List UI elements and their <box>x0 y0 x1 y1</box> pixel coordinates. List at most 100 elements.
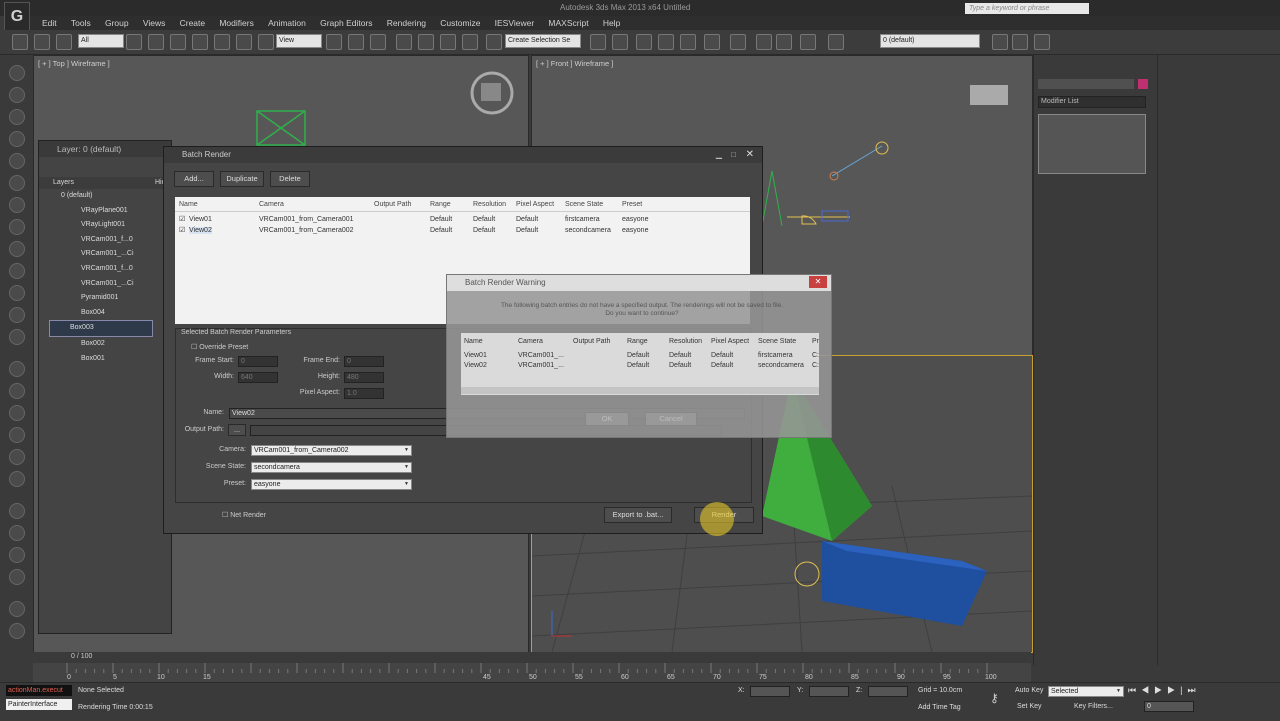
net-render-checkbox[interactable]: ☐ Net Render <box>222 511 266 519</box>
layer-row[interactable]: Box004 <box>39 306 171 321</box>
move-icon[interactable] <box>214 34 230 50</box>
layer-row[interactable]: Box002 <box>39 337 171 352</box>
add-time-tag[interactable]: Add Time Tag <box>918 704 961 711</box>
layer-row[interactable]: VRCam001_...Ci <box>39 247 171 262</box>
col-pixel-aspect[interactable]: Pixel Aspect <box>516 201 554 208</box>
playback-controls[interactable]: ⏮◀▶▶|⏭ <box>1128 685 1201 696</box>
stack-controls[interactable] <box>1038 179 1150 191</box>
tool-icon-21[interactable] <box>9 525 25 541</box>
warning-close-icon[interactable]: ✕ <box>809 276 827 288</box>
object-color-swatch[interactable] <box>1138 79 1148 89</box>
layer-row[interactable]: VRCam001_...Ci <box>39 277 171 292</box>
tool-icon-10[interactable] <box>9 263 25 279</box>
row-checkbox[interactable]: ☑ <box>179 226 185 234</box>
select-link-icon[interactable] <box>12 34 28 50</box>
tool-icon-17[interactable] <box>9 427 25 443</box>
tool-icon-20[interactable] <box>9 503 25 519</box>
render-production-icon[interactable] <box>828 34 844 50</box>
tool-icon-5[interactable] <box>9 153 25 169</box>
tool-icon-9[interactable] <box>9 241 25 257</box>
angle-snap-icon[interactable] <box>418 34 434 50</box>
delete-button[interactable]: Delete <box>270 171 310 187</box>
layer-row[interactable]: Box001 <box>39 352 171 367</box>
mirror-icon[interactable] <box>590 34 606 50</box>
col-resolution[interactable]: Resolution <box>473 201 506 208</box>
col-output-path[interactable]: Output Path <box>374 201 411 208</box>
pixel-aspect-input[interactable]: 1.0 <box>344 388 384 399</box>
percent-snap-icon[interactable] <box>440 34 456 50</box>
time-slider-label[interactable]: 0 / 100 <box>71 653 92 660</box>
tool-icon-15[interactable] <box>9 383 25 399</box>
override-preset-checkbox[interactable]: ☐ Override Preset <box>191 343 248 351</box>
scene-state-dropdown[interactable]: secondcamera <box>251 462 412 473</box>
curve-editor-icon[interactable] <box>704 34 720 50</box>
tool-icon-12[interactable] <box>9 307 25 323</box>
scale-icon[interactable] <box>258 34 274 50</box>
layer-dropdown[interactable]: 0 (default) <box>880 34 980 48</box>
tool-icon-2[interactable] <box>9 87 25 103</box>
snaps-toggle-icon[interactable] <box>396 34 412 50</box>
named-selection-dropdown[interactable]: Create Selection Se <box>505 34 581 48</box>
auto-key-button[interactable]: Auto Key <box>1015 687 1043 694</box>
col-camera[interactable]: Camera <box>259 201 284 208</box>
selection-filter-dropdown[interactable]: All <box>78 34 124 48</box>
create-layer-icon[interactable] <box>992 34 1008 50</box>
frame-end-input[interactable]: 0 <box>344 356 384 367</box>
tool-icon-25[interactable] <box>9 623 25 639</box>
tool-icon-1[interactable] <box>9 65 25 81</box>
time-slider[interactable]: 0 / 100 <box>33 652 1031 663</box>
row-name[interactable]: View02 <box>189 227 212 234</box>
material-editor-icon[interactable] <box>756 34 772 50</box>
ok-button[interactable]: OK <box>585 412 629 426</box>
menu-modifiers[interactable]: Modifiers <box>219 16 253 30</box>
tool-icon-14[interactable] <box>9 361 25 377</box>
add-button[interactable]: Add... <box>174 171 214 187</box>
menu-help[interactable]: Help <box>603 16 620 30</box>
region-select-icon[interactable] <box>170 34 186 50</box>
layer-row[interactable]: VRayPlane001 <box>39 204 171 219</box>
current-frame-input[interactable]: 0 <box>1144 701 1194 712</box>
preset-dropdown[interactable]: easyone <box>251 479 412 490</box>
tool-icon-18[interactable] <box>9 449 25 465</box>
tool-icon-4[interactable] <box>9 131 25 147</box>
object-name-field[interactable] <box>1038 79 1134 89</box>
menu-tools[interactable]: Tools <box>71 16 91 30</box>
key-mode-dropdown[interactable]: Selected <box>1048 686 1124 697</box>
row-name[interactable]: View01 <box>189 216 212 223</box>
layer-row[interactable]: VRayLight001 <box>39 218 171 233</box>
unlink-icon[interactable] <box>34 34 50 50</box>
timeline[interactable]: 0 / 100 0 5 10 15 45 50 55 60 65 70 75 8… <box>33 652 1031 682</box>
menu-group[interactable]: Group <box>105 16 129 30</box>
col-name[interactable]: Name <box>179 201 198 208</box>
align-icon[interactable] <box>612 34 628 50</box>
duplicate-button[interactable]: Duplicate <box>220 171 264 187</box>
menu-graph-editors[interactable]: Graph Editors <box>320 16 372 30</box>
col-range[interactable]: Range <box>430 201 451 208</box>
menu-views[interactable]: Views <box>143 16 166 30</box>
layer-row[interactable]: VRCam001_f...0 <box>39 262 171 277</box>
tool-icon-7[interactable] <box>9 197 25 213</box>
tool-icon-3[interactable] <box>9 109 25 125</box>
menu-rendering[interactable]: Rendering <box>387 16 426 30</box>
key-icon[interactable]: ⚷ <box>990 691 999 705</box>
browse-output-button[interactable]: ... <box>228 424 246 436</box>
x-coordinate-input[interactable] <box>750 686 790 697</box>
z-coordinate-input[interactable] <box>868 686 908 697</box>
app-logo-button[interactable]: G <box>4 2 30 32</box>
schematic-view-icon[interactable] <box>730 34 746 50</box>
maxscript-input[interactable]: PainterInterface <box>6 699 72 710</box>
row-checkbox[interactable]: ☑ <box>179 215 185 223</box>
keyboard-shortcut-icon[interactable] <box>370 34 386 50</box>
warning-scrollbar[interactable] <box>461 387 819 394</box>
y-coordinate-input[interactable] <box>809 686 849 697</box>
tool-icon-13[interactable] <box>9 329 25 345</box>
maxscript-listener[interactable]: actionMan.execut <box>6 685 72 696</box>
edit-named-selection-icon[interactable] <box>486 34 502 50</box>
select-manipulate-icon[interactable] <box>348 34 364 50</box>
export-bat-button[interactable]: Export to .bat... <box>604 507 672 523</box>
modifier-stack[interactable] <box>1038 114 1146 174</box>
minimize-icon[interactable]: ▁ <box>716 147 722 163</box>
height-input[interactable]: 480 <box>344 372 384 383</box>
pivot-icon[interactable] <box>326 34 342 50</box>
layer-row[interactable]: 0 (default) <box>39 189 171 204</box>
